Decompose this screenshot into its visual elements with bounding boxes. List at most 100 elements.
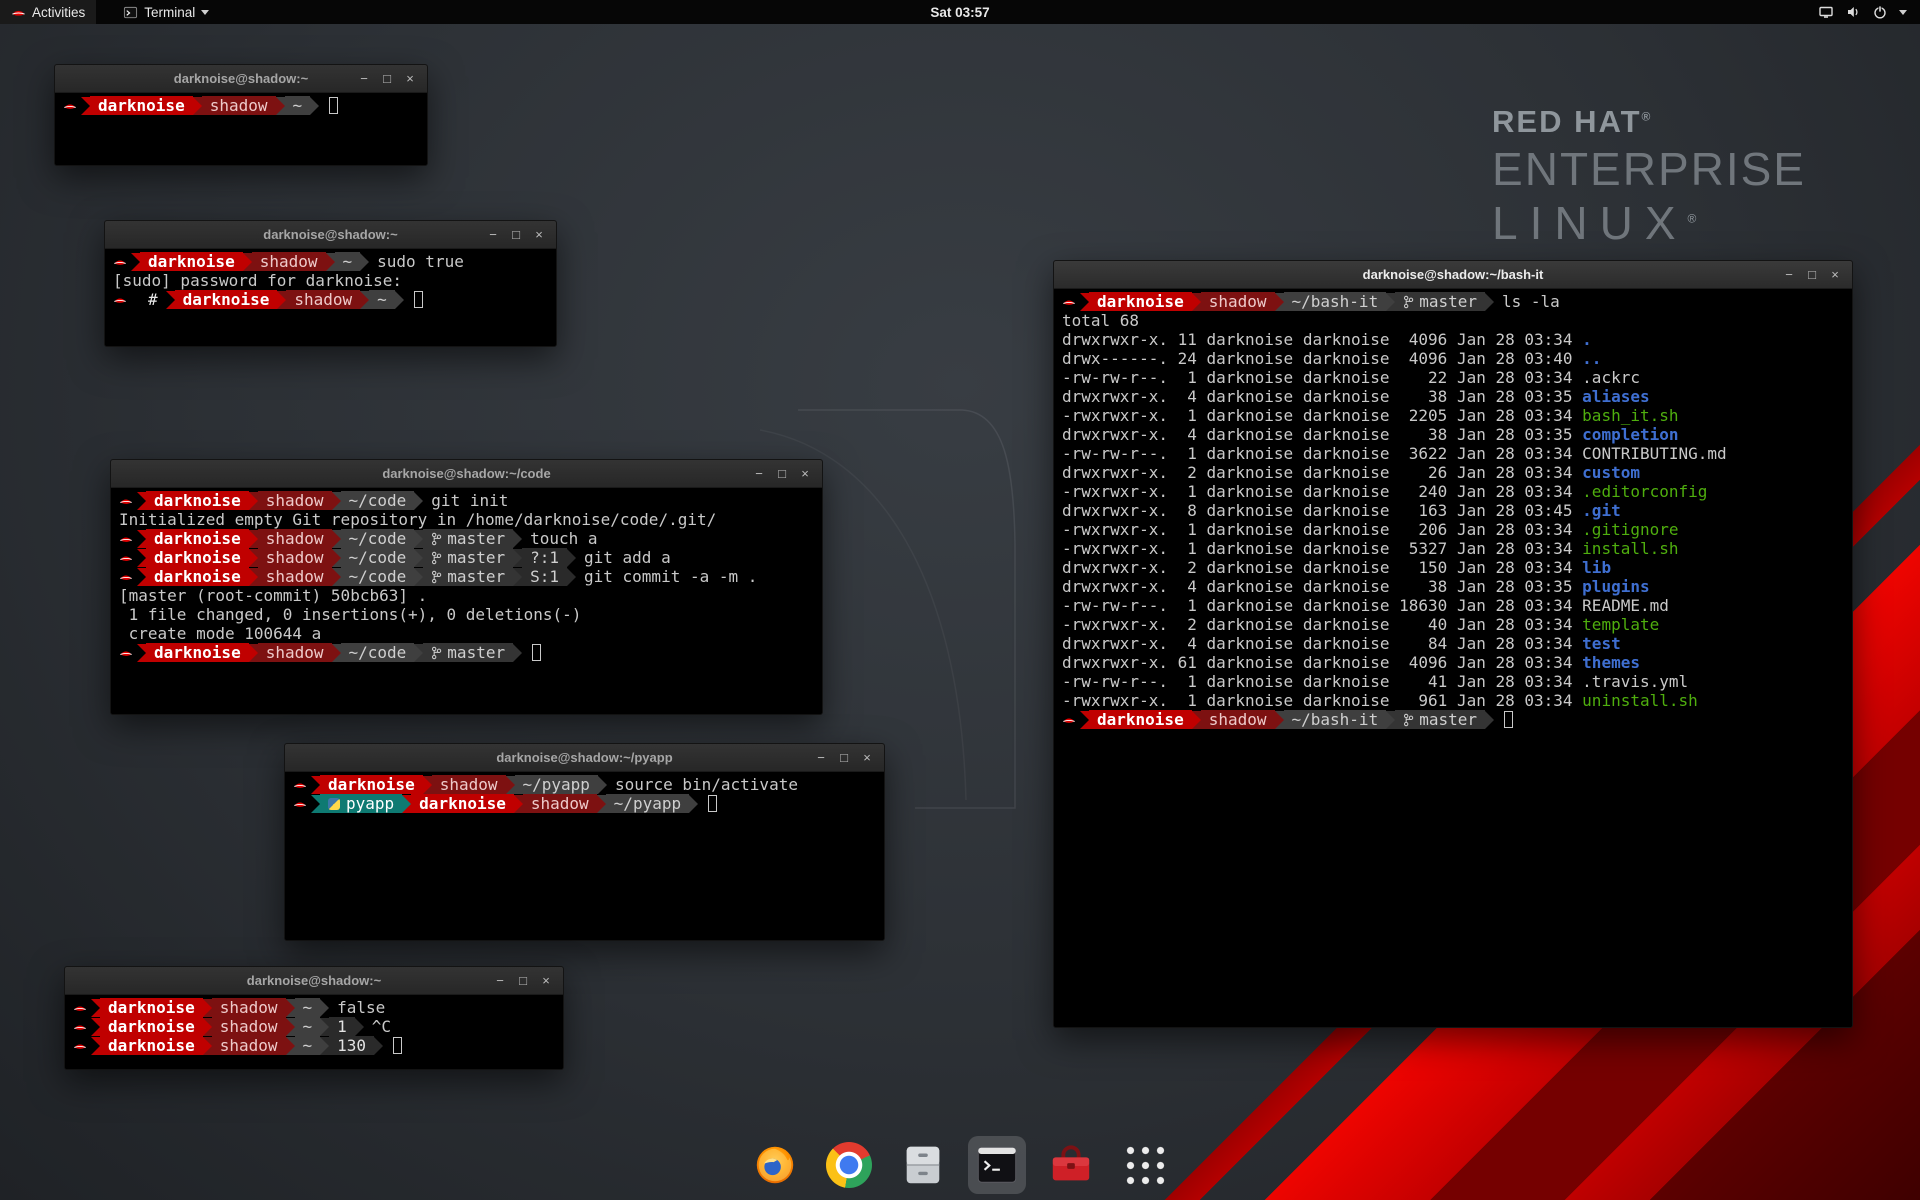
prompt-segment-user: darknoise — [146, 643, 249, 662]
terminal-content[interactable]: darknoiseshadow~/pyappsource bin/activat… — [285, 772, 884, 940]
clock[interactable]: Sat 03:57 — [930, 5, 989, 20]
terminal-window-code[interactable]: darknoise@shadow:~/code−□× darknoise shado… — [110, 459, 823, 715]
terminal-content[interactable]: darknoiseshadow~/bash-itmasterls -latota… — [1054, 289, 1852, 1027]
terminal-content[interactable]: darknoiseshadow~ — [55, 93, 427, 165]
redhat-prompt-icon — [117, 567, 137, 586]
prompt-segment-user: darknoise — [100, 1017, 203, 1036]
minimize-button[interactable]: − — [490, 971, 510, 991]
redhat-prompt-icon — [117, 529, 137, 548]
prompt-segment-host: shadow — [258, 491, 332, 510]
text-cursor — [414, 291, 423, 308]
prompt-segment-host: shadow — [212, 1017, 286, 1036]
dock-item-toolbox[interactable] — [1042, 1136, 1100, 1194]
window-titlebar[interactable]: darknoise@shadow:~/code−□× — [111, 460, 822, 488]
dock-item-app-grid[interactable] — [1116, 1136, 1174, 1194]
minimize-button[interactable]: − — [811, 748, 831, 768]
powerline-separator — [1192, 711, 1201, 729]
terminal-ls-line: drwxrwxr-x. 2 darknoise darknoise 26 Jan… — [1060, 463, 1846, 482]
prompt-segment-path: ~/code — [341, 491, 415, 510]
prompt-segment-git: master — [1395, 710, 1485, 729]
close-button[interactable]: × — [795, 464, 815, 484]
terminal-content[interactable]: darknoiseshadow~/codegit initInitialized… — [111, 488, 822, 714]
terminal-text: drwxrwxr-x. 4 darknoise darknoise 38 Jan… — [1062, 387, 1582, 406]
maximize-button[interactable]: □ — [377, 69, 397, 89]
window-titlebar[interactable]: darknoise@shadow:~/pyapp−□× — [285, 744, 884, 772]
close-button[interactable]: × — [536, 971, 556, 991]
system-status-area[interactable] — [1805, 0, 1920, 24]
terminal-content[interactable]: darknoiseshadow~falsedarknoiseshadow~1^C… — [65, 995, 563, 1069]
dock-item-firefox[interactable] — [746, 1136, 804, 1194]
prompt-segment-path: ~/code — [341, 643, 415, 662]
terminal-window-pyapp[interactable]: darknoise@shadow:~/pyapp−□×darknoiseshad… — [284, 743, 885, 941]
maximize-button[interactable]: □ — [1802, 265, 1822, 285]
command-text: ls -la — [1494, 292, 1560, 311]
minimize-button[interactable]: − — [354, 69, 374, 89]
command-text: sudo true — [369, 252, 464, 271]
prompt-segment-host: shadow — [286, 290, 360, 309]
window-titlebar[interactable]: darknoise@shadow:~−□× — [65, 967, 563, 995]
filename-dir: .. — [1582, 349, 1601, 368]
terminal-text: 1 file changed, 0 insertions(+), 0 delet… — [119, 605, 581, 624]
close-button[interactable]: × — [400, 69, 420, 89]
terminal-prompt-line: darknoiseshadow~1^C — [71, 1017, 557, 1036]
terminal-ls-line: drwxrwxr-x. 61 darknoise darknoise 4096 … — [1060, 653, 1846, 672]
window-titlebar[interactable]: darknoise@shadow:~−□× — [105, 221, 556, 249]
terminal-text: [sudo] password for darknoise: — [113, 271, 402, 290]
terminal-text: drwxrwxr-x. 2 darknoise darknoise 150 Ja… — [1062, 558, 1582, 577]
terminal-window-home-1[interactable]: darknoise@shadow:~−□×darknoiseshadow~ — [54, 64, 428, 166]
terminal-content[interactable]: darknoiseshadow~sudo true[sudo] password… — [105, 249, 556, 346]
app-menu-terminal[interactable]: Terminal — [112, 0, 220, 24]
powerline-separator — [277, 291, 286, 309]
minimize-button[interactable]: − — [1779, 265, 1799, 285]
window-titlebar[interactable]: darknoise@shadow:~−□× — [55, 65, 427, 93]
dock-item-chrome[interactable] — [820, 1136, 878, 1194]
prompt-segment-host: shadow — [258, 567, 332, 586]
maximize-button[interactable]: □ — [834, 748, 854, 768]
powerline-separator — [414, 644, 423, 662]
terminal-text: total 68 — [1062, 311, 1139, 330]
terminal-text: Initialized empty Git repository in /hom… — [119, 510, 716, 529]
prompt-segment-git: master — [423, 567, 513, 586]
close-button[interactable]: × — [857, 748, 877, 768]
terminal-text: -rwxrwxr-x. 1 darknoise darknoise 206 Ja… — [1062, 520, 1582, 539]
dock-item-terminal[interactable] — [968, 1136, 1026, 1194]
command-text: touch a — [522, 529, 597, 548]
terminal-ls-line: -rw-rw-r--. 1 darknoise darknoise 22 Jan… — [1060, 368, 1846, 387]
terminal-output-line: [sudo] password for darknoise: — [111, 271, 550, 290]
prompt-segment-user: darknoise — [146, 567, 249, 586]
powerline-separator — [1275, 711, 1284, 729]
files-icon — [900, 1142, 946, 1188]
activities-button[interactable]: Activities — [0, 0, 96, 24]
window-title: darknoise@shadow:~/pyapp — [285, 750, 884, 765]
dock-item-files[interactable] — [894, 1136, 952, 1194]
minimize-button[interactable]: − — [483, 225, 503, 245]
terminal-text: -rw-rw-r--. 1 darknoise darknoise 18630 … — [1062, 596, 1582, 615]
maximize-button[interactable]: □ — [513, 971, 533, 991]
prompt-segment-user: darknoise — [411, 794, 514, 813]
window-title: darknoise@shadow:~ — [65, 973, 563, 988]
prompt-segment-path: ~/code — [341, 567, 415, 586]
close-button[interactable]: × — [1825, 265, 1845, 285]
powerline-separator — [243, 253, 252, 271]
terminal-window-sudo[interactable]: darknoise@shadow:~−□×darknoiseshadow~sud… — [104, 220, 557, 347]
powerline-separator — [311, 795, 320, 813]
close-button[interactable]: × — [529, 225, 549, 245]
text-cursor — [393, 1037, 402, 1054]
command-text: git add a — [576, 548, 671, 567]
minimize-button[interactable]: − — [749, 464, 769, 484]
prompt-segment-stat: S:1 — [522, 567, 567, 586]
terminal-text: -rw-rw-r--. 1 darknoise darknoise 41 Jan… — [1062, 672, 1582, 691]
git-branch-icon — [1403, 713, 1414, 727]
maximize-button[interactable]: □ — [506, 225, 526, 245]
terminal-output-line: create mode 100644 a — [117, 624, 816, 643]
filename-dir: . — [1582, 330, 1592, 349]
redhat-prompt-icon — [117, 548, 137, 567]
terminal-window-bash-it[interactable]: darknoise@shadow:~/bash-it−□×darknoisesh… — [1053, 260, 1853, 1028]
terminal-ls-line: -rwxrwxr-x. 1 darknoise darknoise 2205 J… — [1060, 406, 1846, 425]
terminal-window-home-2[interactable]: darknoise@shadow:~−□×darknoiseshadow~fal… — [64, 966, 564, 1070]
text-cursor — [708, 795, 717, 812]
maximize-button[interactable]: □ — [772, 464, 792, 484]
terminal-prompt-line: darknoiseshadow~/bash-itmasterls -la — [1060, 292, 1846, 311]
powerline-separator — [320, 1018, 329, 1036]
window-titlebar[interactable]: darknoise@shadow:~/bash-it−□× — [1054, 261, 1852, 289]
